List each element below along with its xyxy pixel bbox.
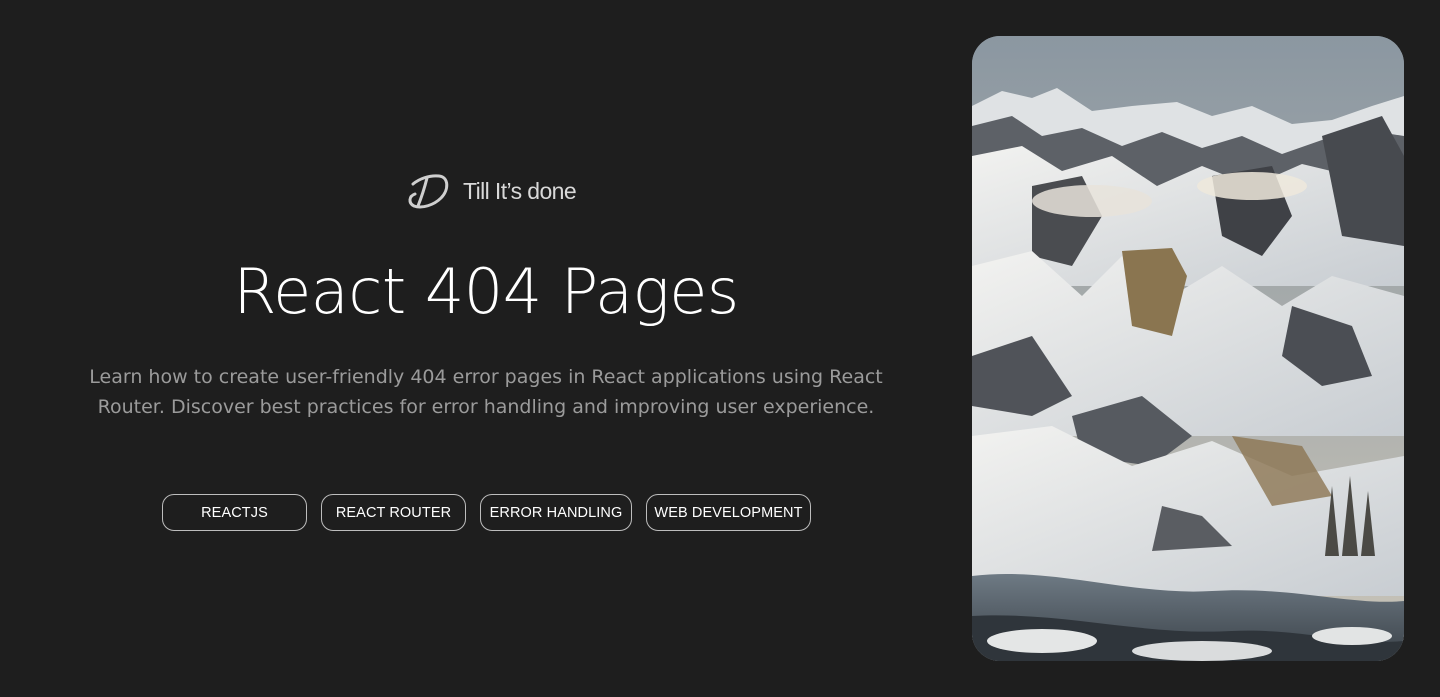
tag-web-development[interactable]: WEB DEVELOPMENT xyxy=(646,494,811,531)
tag-list: REACTJS REACT ROUTER ERROR HANDLING WEB … xyxy=(162,494,811,531)
page: Till It’s done React 404 Pages Learn how… xyxy=(0,0,1440,697)
tag-error-handling[interactable]: ERROR HANDLING xyxy=(480,494,632,531)
signature-logo-icon xyxy=(408,174,449,209)
intro-section: Till It’s done React 404 Pages Learn how… xyxy=(0,0,972,697)
tag-react-router[interactable]: REACT ROUTER xyxy=(321,494,466,531)
brand[interactable]: Till It’s done xyxy=(405,170,577,212)
page-description: Learn how to create user-friendly 404 er… xyxy=(89,366,883,418)
brand-name: Till It’s done xyxy=(463,177,577,204)
snowy-mountain-landscape-image xyxy=(972,36,1404,661)
page-title: React 404 Pages xyxy=(233,255,739,328)
tag-reactjs[interactable]: REACTJS xyxy=(162,494,307,531)
